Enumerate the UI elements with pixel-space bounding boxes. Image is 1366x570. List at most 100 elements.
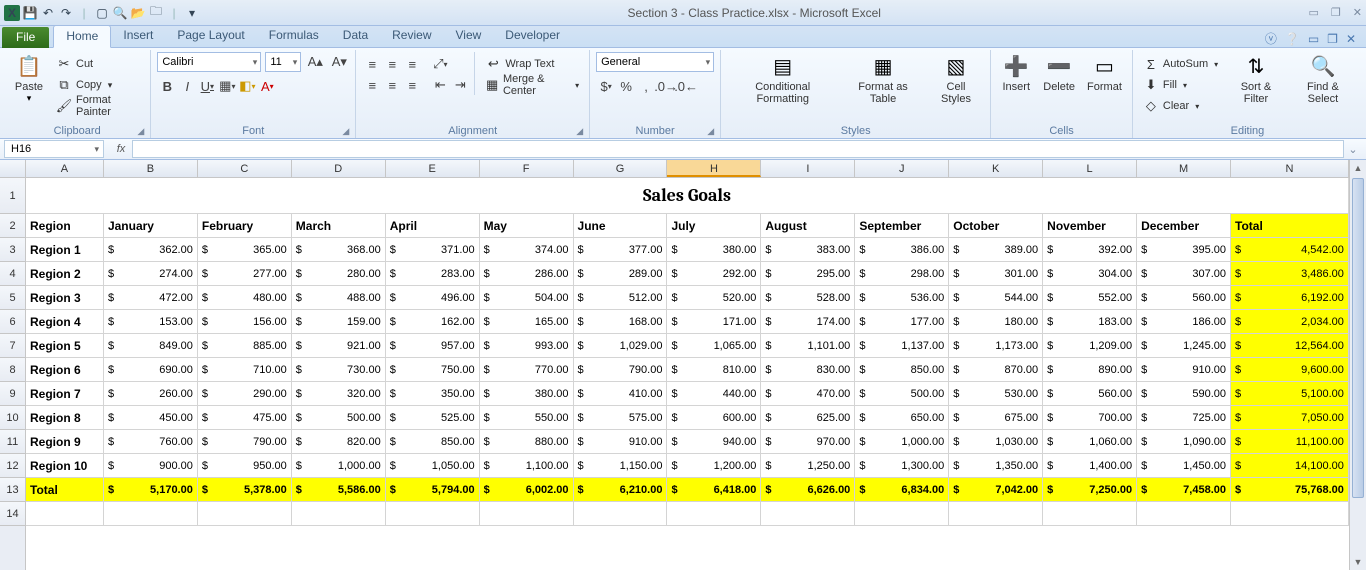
- data-cell[interactable]: $880.00: [480, 430, 574, 454]
- help-icon[interactable]: ❔: [1285, 32, 1300, 46]
- row-header-11[interactable]: 11: [0, 430, 25, 454]
- col-header-G[interactable]: G: [574, 160, 668, 177]
- col-total[interactable]: $6,834.00: [855, 478, 949, 502]
- data-cell[interactable]: $1,150.00: [574, 454, 668, 478]
- data-cell[interactable]: $274.00: [104, 262, 198, 286]
- data-cell[interactable]: $790.00: [198, 430, 292, 454]
- data-cell[interactable]: $993.00: [480, 334, 574, 358]
- data-cell[interactable]: $750.00: [386, 358, 480, 382]
- header-august[interactable]: August: [761, 214, 855, 238]
- format-painter-button[interactable]: 🖌Format Painter: [52, 96, 144, 116]
- data-cell[interactable]: $374.00: [480, 238, 574, 262]
- col-header-A[interactable]: A: [26, 160, 104, 177]
- row-header-7[interactable]: 7: [0, 334, 25, 358]
- data-cell[interactable]: $500.00: [292, 406, 386, 430]
- col-total[interactable]: $5,170.00: [104, 478, 198, 502]
- data-cell[interactable]: $153.00: [104, 310, 198, 334]
- format-cells-button[interactable]: ▭Format: [1083, 52, 1126, 95]
- redo-icon[interactable]: ↷: [58, 5, 74, 21]
- header-march[interactable]: March: [292, 214, 386, 238]
- data-cell[interactable]: $552.00: [1043, 286, 1137, 310]
- fill-button[interactable]: ⬇Fill▾: [1139, 75, 1222, 95]
- comma-icon[interactable]: ,: [636, 76, 656, 96]
- empty-cell[interactable]: [1231, 502, 1349, 526]
- data-cell[interactable]: $957.00: [386, 334, 480, 358]
- data-cell[interactable]: $362.00: [104, 238, 198, 262]
- region-label[interactable]: Region 10: [26, 454, 104, 478]
- col-header-C[interactable]: C: [198, 160, 292, 177]
- file-tab[interactable]: File: [2, 27, 49, 48]
- region-label[interactable]: Region 2: [26, 262, 104, 286]
- header-october[interactable]: October: [949, 214, 1043, 238]
- data-cell[interactable]: $304.00: [1043, 262, 1137, 286]
- tab-review[interactable]: Review: [380, 25, 443, 47]
- header-region[interactable]: Region: [26, 214, 104, 238]
- inc-decimal-icon[interactable]: .0→: [656, 76, 676, 96]
- row-total[interactable]: $5,100.00: [1231, 382, 1349, 406]
- clear-button[interactable]: ◇Clear▾: [1139, 96, 1222, 116]
- align-top-icon[interactable]: ≡: [362, 54, 382, 74]
- data-cell[interactable]: $790.00: [574, 358, 668, 382]
- border-button[interactable]: ▦▾: [217, 76, 237, 96]
- data-cell[interactable]: $675.00: [949, 406, 1043, 430]
- find-select-button[interactable]: 🔍Find & Select: [1290, 52, 1356, 107]
- cell-styles-button[interactable]: ▧Cell Styles: [928, 52, 984, 107]
- data-cell[interactable]: $1,245.00: [1137, 334, 1231, 358]
- row-header-14[interactable]: 14: [0, 502, 25, 526]
- tab-formulas[interactable]: Formulas: [257, 25, 331, 47]
- data-cell[interactable]: $830.00: [761, 358, 855, 382]
- data-cell[interactable]: $301.00: [949, 262, 1043, 286]
- data-cell[interactable]: $389.00: [949, 238, 1043, 262]
- data-cell[interactable]: $292.00: [667, 262, 761, 286]
- region-label[interactable]: Region 4: [26, 310, 104, 334]
- data-cell[interactable]: $970.00: [761, 430, 855, 454]
- region-label[interactable]: Region 5: [26, 334, 104, 358]
- data-cell[interactable]: $171.00: [667, 310, 761, 334]
- data-cell[interactable]: $289.00: [574, 262, 668, 286]
- data-cell[interactable]: $277.00: [198, 262, 292, 286]
- empty-cell[interactable]: [104, 502, 198, 526]
- data-cell[interactable]: $520.00: [667, 286, 761, 310]
- row-total[interactable]: $4,542.00: [1231, 238, 1349, 262]
- data-cell[interactable]: $1,050.00: [386, 454, 480, 478]
- data-cell[interactable]: $625.00: [761, 406, 855, 430]
- data-cell[interactable]: $500.00: [855, 382, 949, 406]
- col-header-L[interactable]: L: [1043, 160, 1137, 177]
- dec-indent-icon[interactable]: ⇤: [430, 75, 450, 95]
- data-cell[interactable]: $810.00: [667, 358, 761, 382]
- data-cell[interactable]: $1,000.00: [855, 430, 949, 454]
- data-cell[interactable]: $900.00: [104, 454, 198, 478]
- region-label[interactable]: Region 7: [26, 382, 104, 406]
- header-total[interactable]: Total: [1231, 214, 1349, 238]
- row-header-5[interactable]: 5: [0, 286, 25, 310]
- data-cell[interactable]: $295.00: [761, 262, 855, 286]
- data-cell[interactable]: $1,090.00: [1137, 430, 1231, 454]
- col-header-E[interactable]: E: [386, 160, 480, 177]
- empty-cell[interactable]: [198, 502, 292, 526]
- new-icon[interactable]: ▢: [94, 5, 110, 21]
- region-label[interactable]: Region 6: [26, 358, 104, 382]
- ribbon-min-icon[interactable]: ▭: [1308, 32, 1319, 46]
- col-total[interactable]: $7,458.00: [1137, 478, 1231, 502]
- col-header-D[interactable]: D: [292, 160, 386, 177]
- tab-developer[interactable]: Developer: [493, 25, 572, 47]
- empty-cell[interactable]: [761, 502, 855, 526]
- launcher-icon[interactable]: ◢: [707, 126, 714, 137]
- data-cell[interactable]: $530.00: [949, 382, 1043, 406]
- region-label[interactable]: Region 1: [26, 238, 104, 262]
- data-cell[interactable]: $307.00: [1137, 262, 1231, 286]
- data-cell[interactable]: $383.00: [761, 238, 855, 262]
- col-total[interactable]: $6,626.00: [761, 478, 855, 502]
- tab-view[interactable]: View: [444, 25, 494, 47]
- scroll-up-icon[interactable]: ▲: [1350, 160, 1366, 176]
- data-cell[interactable]: $544.00: [949, 286, 1043, 310]
- data-cell[interactable]: $174.00: [761, 310, 855, 334]
- col-total[interactable]: $7,250.00: [1043, 478, 1137, 502]
- data-cell[interactable]: $365.00: [198, 238, 292, 262]
- italic-button[interactable]: I: [177, 76, 197, 96]
- data-cell[interactable]: $470.00: [761, 382, 855, 406]
- save-icon[interactable]: 💾: [22, 5, 38, 21]
- select-all-corner[interactable]: [0, 160, 25, 178]
- copy-button[interactable]: ⧉Copy▾: [52, 75, 144, 95]
- header-july[interactable]: July: [667, 214, 761, 238]
